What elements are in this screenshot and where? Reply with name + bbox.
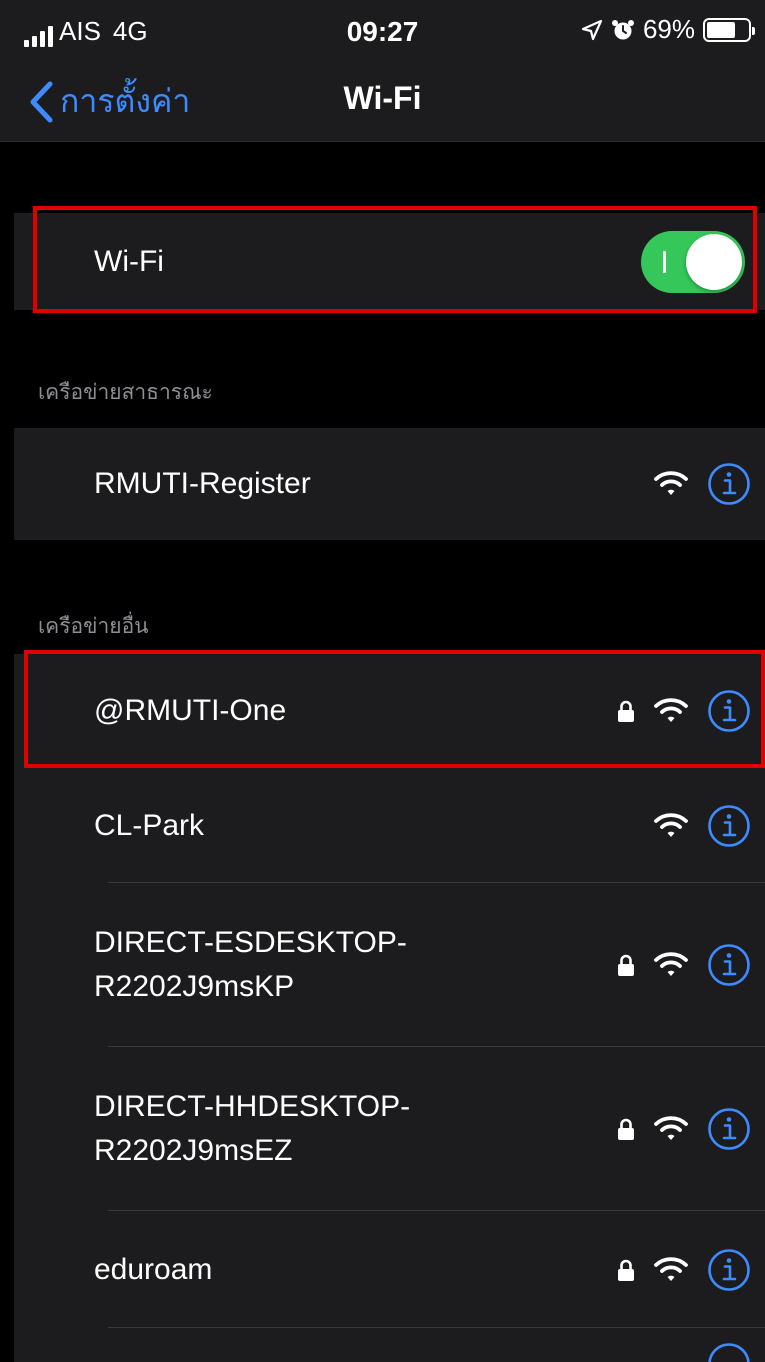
network-row-icons xyxy=(653,804,751,848)
info-icon[interactable] xyxy=(707,1107,751,1151)
info-icon[interactable] xyxy=(707,1248,751,1292)
wifi-signal-icon xyxy=(654,1256,688,1281)
network-name: eduroam xyxy=(94,1252,213,1286)
alarm-clock-icon xyxy=(611,19,634,39)
section-header-public: เครือข่ายสาธารณะ xyxy=(38,381,213,404)
network-row[interactable]: CL-Park xyxy=(14,768,765,883)
battery-icon xyxy=(703,17,755,42)
network-row-icons xyxy=(617,943,751,987)
network-name: CL-Park xyxy=(94,808,205,842)
wifi-signal-icon xyxy=(654,471,688,495)
battery-fill xyxy=(707,21,735,38)
network-row-partial[interactable] xyxy=(14,1328,765,1362)
lock-icon xyxy=(618,1118,634,1140)
lock-icon xyxy=(618,1259,634,1281)
battery-percentage: 69% xyxy=(642,14,695,44)
network-name: DIRECT-HHDESKTOP- R2202J9msEZ xyxy=(94,1090,411,1167)
wifi-signal-icon xyxy=(654,1116,688,1140)
network-row[interactable]: RMUTI-Register xyxy=(14,428,765,540)
section-header-other: เครือข่ายอื่น xyxy=(38,615,149,638)
highlight-box-selected-network xyxy=(24,650,765,768)
network-row[interactable]: DIRECT-ESDESKTOP- R2202J9msKP xyxy=(14,883,765,1047)
status-right: 69% xyxy=(581,14,755,45)
network-row-icons xyxy=(617,1248,751,1292)
info-icon[interactable] xyxy=(707,462,751,506)
status-bar: AIS 4G 09:27 69% xyxy=(0,0,765,60)
info-icon[interactable] xyxy=(707,804,751,848)
info-icon[interactable] xyxy=(707,1342,751,1362)
network-row-icons xyxy=(617,1107,751,1151)
network-name: RMUTI-Register xyxy=(94,467,311,500)
navigation-bar: การตั้งค่า Wi-Fi xyxy=(0,60,765,142)
network-name: DIRECT-ESDESKTOP- R2202J9msKP xyxy=(94,926,407,1003)
lock-icon xyxy=(618,954,634,976)
page-title: Wi-Fi xyxy=(343,80,422,116)
wifi-signal-icon xyxy=(654,952,688,976)
location-arrow-icon xyxy=(581,19,603,40)
network-row[interactable]: DIRECT-HHDESKTOP- R2202J9msEZ xyxy=(14,1047,765,1211)
network-row-icons xyxy=(653,462,751,506)
network-row[interactable]: eduroam xyxy=(14,1211,765,1328)
highlight-box-wifi-toggle xyxy=(33,206,757,313)
info-icon[interactable] xyxy=(707,943,751,987)
wifi-signal-icon xyxy=(654,812,688,837)
network-row-icons xyxy=(707,1328,751,1362)
